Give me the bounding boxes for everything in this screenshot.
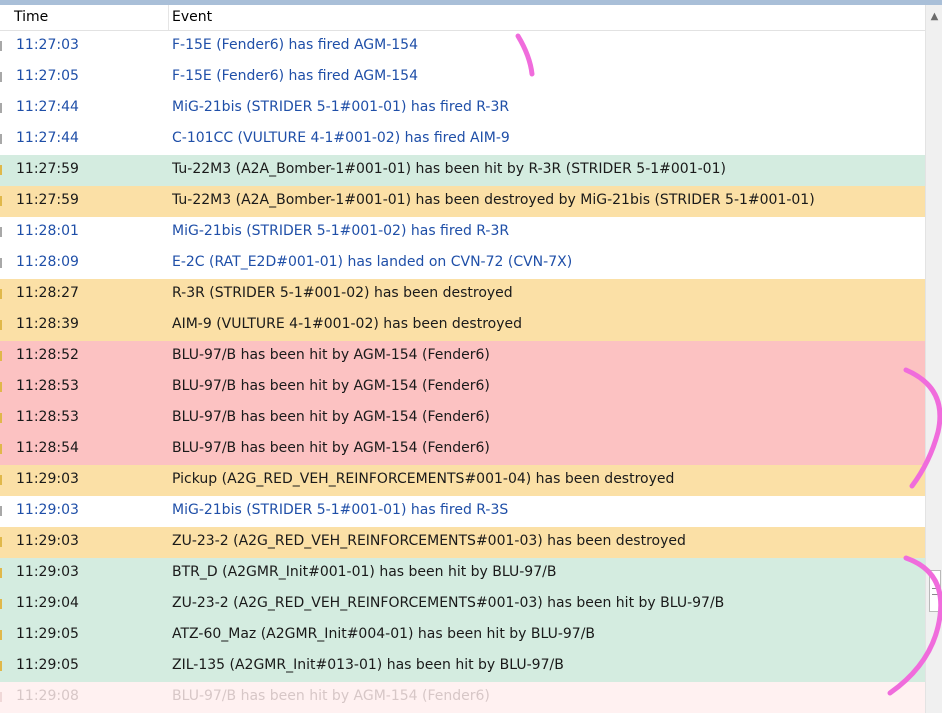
row-event: BLU-97/B has been hit by AGM-154 (Fender… xyxy=(172,347,490,363)
row-event: AIM-9 (VULTURE 4-1#001-02) has been dest… xyxy=(172,316,522,332)
table-row[interactable]: 11:29:03 BTR_D (A2GMR_Init#001-01) has be… xyxy=(0,558,925,589)
row-event: C-101CC (VULTURE 4-1#001-02) has fired A… xyxy=(172,130,510,146)
row-time: 11:28:09 xyxy=(16,254,79,270)
row-time: 11:29:05 xyxy=(16,657,79,673)
table-row[interactable]: 11:28:52 BLU-97/B has been hit by AGM-154… xyxy=(0,341,925,372)
scrollbar-thumb[interactable] xyxy=(929,570,941,612)
row-marker xyxy=(0,134,2,144)
table-row[interactable]: 11:27:44 MiG-21bis (STRIDER 5-1#001-01) h… xyxy=(0,93,925,124)
row-marker xyxy=(0,413,2,423)
row-marker xyxy=(0,537,2,547)
row-time: 11:27:03 xyxy=(16,37,79,53)
row-time: 11:29:08 xyxy=(16,688,79,704)
table-row[interactable]: 11:27:44 C-101CC (VULTURE 4-1#001-02) has… xyxy=(0,124,925,155)
table-row[interactable]: 11:29:04 ZU-23-2 (A2G_RED_VEH_REINFORCEME… xyxy=(0,589,925,620)
table-row[interactable]: 11:28:39 AIM-9 (VULTURE 4-1#001-02) has b… xyxy=(0,310,925,341)
table-row[interactable]: 11:29:03 Pickup (A2G_RED_VEH_REINFORCEMEN… xyxy=(0,465,925,496)
row-event: BTR_D (A2GMR_Init#001-01) has been hit b… xyxy=(172,564,557,580)
row-marker xyxy=(0,382,2,392)
column-header-time[interactable]: Time xyxy=(14,9,48,25)
table-row[interactable]: 11:27:03 F-15E (Fender6) has fired AGM-15… xyxy=(0,31,925,62)
row-event: Tu-22M3 (A2A_Bomber-1#001-01) has been d… xyxy=(172,192,815,208)
table-row[interactable]: 11:29:05 ATZ-60_Maz (A2GMR_Init#004-01) h… xyxy=(0,620,925,651)
row-time: 11:27:59 xyxy=(16,192,79,208)
row-event: MiG-21bis (STRIDER 5-1#001-01) has fired… xyxy=(172,502,509,518)
row-marker xyxy=(0,661,2,671)
row-time: 11:28:27 xyxy=(16,285,79,301)
row-marker xyxy=(0,506,2,516)
row-event: ZIL-135 (A2GMR_Init#013-01) has been hit… xyxy=(172,657,564,673)
table-row[interactable]: 11:28:27 R-3R (STRIDER 5-1#001-02) has be… xyxy=(0,279,925,310)
row-marker xyxy=(0,258,2,268)
row-event: MiG-21bis (STRIDER 5-1#001-01) has fired… xyxy=(172,99,510,115)
row-marker xyxy=(0,289,2,299)
row-event: ZU-23-2 (A2G_RED_VEH_REINFORCEMENTS#001-… xyxy=(172,533,686,549)
row-marker xyxy=(0,103,2,113)
table-row[interactable]: 11:29:08 BLU-97/B has been hit by AGM-154… xyxy=(0,682,925,713)
row-time: 11:27:44 xyxy=(16,130,79,146)
row-marker xyxy=(0,444,2,454)
row-marker xyxy=(0,599,2,609)
row-event: ZU-23-2 (A2G_RED_VEH_REINFORCEMENTS#001-… xyxy=(172,595,725,611)
table-row[interactable]: 11:28:53 BLU-97/B has been hit by AGM-154… xyxy=(0,372,925,403)
row-marker xyxy=(0,165,2,175)
row-time: 11:28:54 xyxy=(16,440,79,456)
table-row[interactable]: 11:27:59 Tu-22M3 (A2A_Bomber-1#001-01) ha… xyxy=(0,186,925,217)
table-row[interactable]: 11:28:09 E-2C (RAT_E2D#001-01) has landed… xyxy=(0,248,925,279)
row-marker xyxy=(0,630,2,640)
row-event: Pickup (A2G_RED_VEH_REINFORCEMENTS#001-0… xyxy=(172,471,675,487)
row-time: 11:29:03 xyxy=(16,533,79,549)
table-header: Time Event xyxy=(0,5,925,31)
row-event: BLU-97/B has been hit by AGM-154 (Fender… xyxy=(172,688,490,704)
row-time: 11:29:03 xyxy=(16,564,79,580)
row-event: MiG-21bis (STRIDER 5-1#001-02) has fired… xyxy=(172,223,510,239)
column-header-event[interactable]: Event xyxy=(172,9,212,25)
row-time: 11:28:01 xyxy=(16,223,79,239)
row-time: 11:28:39 xyxy=(16,316,79,332)
row-marker xyxy=(0,72,2,82)
row-event: R-3R (STRIDER 5-1#001-02) has been destr… xyxy=(172,285,513,301)
vertical-scrollbar[interactable]: ▲ xyxy=(925,5,942,713)
table-row[interactable]: 11:29:05 ZIL-135 (A2GMR_Init#013-01) has … xyxy=(0,651,925,682)
row-time: 11:28:53 xyxy=(16,409,79,425)
row-time: 11:27:59 xyxy=(16,161,79,177)
row-time: 11:29:03 xyxy=(16,502,79,518)
table-row[interactable]: 11:28:53 BLU-97/B has been hit by AGM-154… xyxy=(0,403,925,434)
row-time: 11:27:05 xyxy=(16,68,79,84)
grip-icon xyxy=(932,588,938,595)
row-time: 11:29:04 xyxy=(16,595,79,611)
row-time: 11:28:52 xyxy=(16,347,79,363)
row-time: 11:29:05 xyxy=(16,626,79,642)
row-time: 11:27:44 xyxy=(16,99,79,115)
row-marker xyxy=(0,692,2,702)
row-marker xyxy=(0,351,2,361)
row-marker xyxy=(0,320,2,330)
table-row[interactable]: 11:29:03 MiG-21bis (STRIDER 5-1#001-01) h… xyxy=(0,496,925,527)
row-marker xyxy=(0,475,2,485)
row-time: 11:29:03 xyxy=(16,471,79,487)
row-marker xyxy=(0,196,2,206)
row-marker xyxy=(0,41,2,51)
row-event: E-2C (RAT_E2D#001-01) has landed on CVN-… xyxy=(172,254,573,270)
row-event: BLU-97/B has been hit by AGM-154 (Fender… xyxy=(172,378,490,394)
chevron-up-icon[interactable]: ▲ xyxy=(926,9,942,25)
row-event: ATZ-60_Maz (A2GMR_Init#004-01) has been … xyxy=(172,626,596,642)
row-event: BLU-97/B has been hit by AGM-154 (Fender… xyxy=(172,409,490,425)
table-row[interactable]: 11:27:05 F-15E (Fender6) has fired AGM-15… xyxy=(0,62,925,93)
row-event: Tu-22M3 (A2A_Bomber-1#001-01) has been h… xyxy=(172,161,726,177)
event-log-list: 11:27:03 F-15E (Fender6) has fired AGM-15… xyxy=(0,31,925,713)
row-time: 11:28:53 xyxy=(16,378,79,394)
table-row[interactable]: 11:28:54 BLU-97/B has been hit by AGM-154… xyxy=(0,434,925,465)
column-separator[interactable] xyxy=(168,5,169,30)
row-event: BLU-97/B has been hit by AGM-154 (Fender… xyxy=(172,440,490,456)
table-row[interactable]: 11:28:01 MiG-21bis (STRIDER 5-1#001-02) h… xyxy=(0,217,925,248)
table-row[interactable]: 11:27:59 Tu-22M3 (A2A_Bomber-1#001-01) ha… xyxy=(0,155,925,186)
row-marker xyxy=(0,568,2,578)
row-event: F-15E (Fender6) has fired AGM-154 xyxy=(172,37,418,53)
row-marker xyxy=(0,227,2,237)
table-row[interactable]: 11:29:03 ZU-23-2 (A2G_RED_VEH_REINFORCEME… xyxy=(0,527,925,558)
row-event: F-15E (Fender6) has fired AGM-154 xyxy=(172,68,418,84)
